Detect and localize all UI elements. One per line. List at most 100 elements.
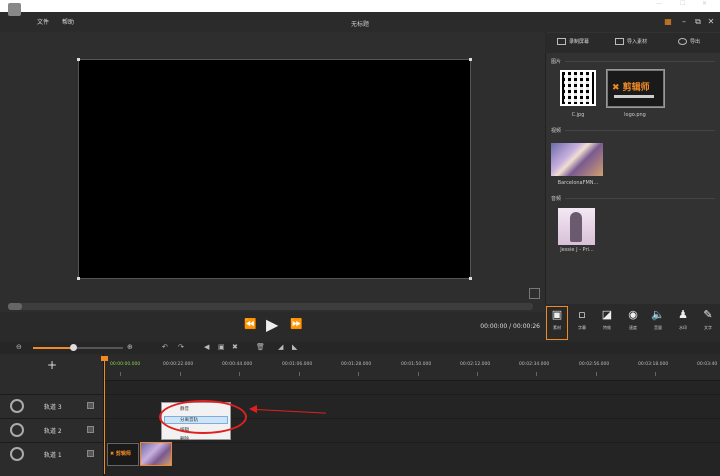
rewind-icon[interactable]: ⏪	[244, 319, 256, 330]
undo-icon[interactable]: ↶	[162, 343, 168, 351]
image-caption-logo: logo.png	[624, 112, 646, 118]
logo-text: ✖ 剪辑师	[612, 83, 650, 93]
tool-volume[interactable]: 🔈 音量	[647, 308, 669, 331]
tick-label: 00:03:40	[697, 362, 718, 367]
playhead-handle[interactable]	[101, 356, 108, 361]
marker-icon[interactable]: ◢	[278, 343, 283, 351]
zoom-out-icon[interactable]: ⊖	[16, 343, 22, 351]
video-thumbnail[interactable]	[551, 143, 603, 176]
tick-label: 00:00:22.000	[163, 362, 194, 367]
subtitle-icon: ▫	[578, 308, 586, 321]
mosaic-icon[interactable]: ◣	[292, 343, 297, 351]
track-lock-icon[interactable]	[87, 450, 94, 457]
canvas-handle-tl[interactable]	[77, 58, 80, 61]
divider	[565, 130, 715, 131]
tick	[477, 372, 478, 376]
zoom-slider-knob[interactable]	[70, 344, 77, 351]
window-chrome	[0, 0, 720, 12]
video-caption: BarcelonaFMN...	[557, 180, 599, 186]
tool-label: 水印	[679, 325, 687, 330]
tab-import-media[interactable]: 导入素材	[615, 38, 647, 45]
play-icon[interactable]: ▶	[266, 315, 278, 334]
add-track-button[interactable]: +	[0, 358, 104, 372]
time-ruler[interactable]	[104, 354, 720, 381]
tab-export[interactable]: 导出	[678, 38, 700, 45]
tool-subtitle[interactable]: ▫ 字幕	[571, 308, 593, 331]
playback-scrubber[interactable]	[8, 303, 533, 310]
tool-label: 文字	[704, 325, 712, 330]
minimize-button[interactable]: —	[656, 0, 662, 7]
tick	[536, 372, 537, 376]
app-minimize-icon[interactable]: –	[678, 16, 690, 27]
export-icon	[678, 38, 687, 45]
tool-watermark[interactable]: ♟ 水印	[672, 308, 694, 331]
volume-icon: 🔈	[651, 308, 665, 321]
tab-record-screen[interactable]: 录制屏幕	[557, 38, 589, 45]
tick-label: 00:00:44.000	[222, 362, 253, 367]
app-restore-icon[interactable]: ⧉	[692, 16, 704, 27]
tool-label: 特效	[603, 325, 611, 330]
canvas-handle-br[interactable]	[469, 277, 472, 280]
tick	[239, 372, 240, 376]
track-separator	[0, 418, 720, 419]
track-label-3: 轨道 3	[44, 404, 62, 411]
tool-speed[interactable]: ◉ 速度	[622, 308, 644, 331]
window-title: 无标题	[350, 21, 369, 28]
tick-label: 00:01:50.000	[401, 362, 432, 367]
annotation-arrow-head	[249, 405, 257, 413]
tick	[358, 372, 359, 376]
tool-label: 素材	[553, 325, 561, 330]
timecode: 00:00:00 / 00:00:26	[480, 323, 540, 330]
scrubber-knob[interactable]	[8, 303, 22, 310]
overlay-icon: ◪	[601, 308, 613, 321]
tick	[596, 372, 597, 376]
tick	[655, 372, 656, 376]
track-label-1: 轨道 1	[44, 452, 62, 459]
track-label-2: 轨道 2	[44, 428, 62, 435]
annotation-ellipse	[159, 400, 247, 434]
image-caption-c: C.jpg	[571, 112, 585, 118]
menu-item-delete[interactable]: 删除	[180, 436, 189, 442]
app-close-icon[interactable]: ✕	[705, 16, 717, 27]
speed-icon: ◉	[628, 308, 638, 321]
redo-icon[interactable]: ↷	[178, 343, 184, 351]
track-lock-icon[interactable]	[87, 402, 94, 409]
playhead[interactable]	[104, 356, 105, 474]
audio-cover-figure	[570, 212, 582, 242]
section-images-label: 图片	[551, 59, 562, 65]
tool-text[interactable]: ✎ 文字	[697, 308, 719, 331]
cut-icon[interactable]: ✖	[232, 343, 238, 351]
fullscreen-icon[interactable]	[529, 288, 540, 299]
canvas-handle-bl[interactable]	[77, 277, 80, 280]
tick-label: 00:02:34.000	[519, 362, 550, 367]
tick-label: 00:01:28.000	[341, 362, 372, 367]
user-avatar[interactable]	[8, 3, 21, 16]
tool-effects[interactable]: ◪ 特效	[596, 308, 618, 331]
pin-icon: ♟	[678, 308, 688, 321]
section-video-label: 视频	[551, 128, 562, 134]
timeline-clip-video[interactable]	[140, 442, 172, 466]
canvas-handle-tr[interactable]	[469, 58, 472, 61]
text-icon: ✎	[703, 308, 713, 321]
tick	[120, 372, 121, 376]
fast-forward-icon[interactable]: ⏩	[290, 319, 302, 330]
zoom-slider-fill	[33, 347, 73, 349]
maximize-button[interactable]: ☐	[680, 0, 685, 7]
skin-icon[interactable]: ▦	[662, 16, 674, 27]
tick	[418, 372, 419, 376]
film-reel-icon	[10, 399, 24, 413]
record-icon	[557, 38, 566, 45]
audio-caption: Jessie J - Pri...	[560, 247, 594, 253]
delete-icon[interactable]: 🗑	[256, 343, 265, 351]
divider	[565, 61, 715, 62]
film-reel-icon	[10, 423, 24, 437]
track-lock-icon[interactable]	[87, 426, 94, 433]
tick-label: 00:02:12.000	[460, 362, 491, 367]
split-icon[interactable]: ◀	[204, 343, 209, 351]
tool-media[interactable]: ▣ 素材	[546, 308, 568, 331]
crop-icon[interactable]: ▣	[218, 343, 225, 351]
zoom-in-icon[interactable]: ⊕	[127, 343, 133, 351]
close-button[interactable]: ✕	[702, 0, 707, 7]
tab-label: 导出	[690, 39, 701, 45]
video-canvas[interactable]	[78, 59, 471, 279]
